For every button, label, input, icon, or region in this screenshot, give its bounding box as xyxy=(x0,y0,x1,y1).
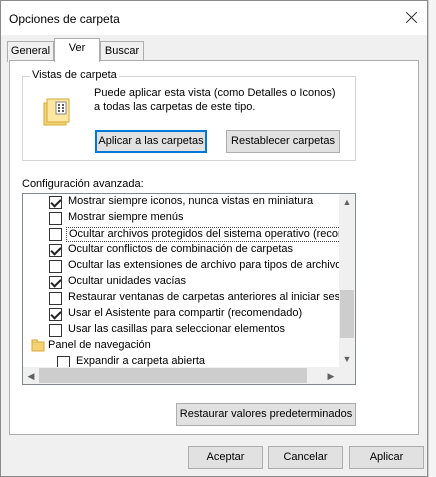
advanced-setting-row[interactable]: Ocultar las extensiones de archivo para … xyxy=(23,258,339,274)
advanced-setting-row[interactable]: Usar el Asistente para compartir (recome… xyxy=(23,306,339,322)
advanced-setting-checkbox[interactable] xyxy=(49,292,62,305)
advanced-setting-row[interactable]: Usar las casillas para seleccionar eleme… xyxy=(23,322,339,338)
advanced-setting-label: Mostrar siempre menús xyxy=(68,211,184,223)
reset-folders-button[interactable]: Restablecer carpetas xyxy=(226,130,340,153)
advanced-settings-label: Configuración avanzada: xyxy=(22,178,144,190)
horizontal-scroll-thumb[interactable] xyxy=(39,368,307,383)
advanced-settings-tree[interactable]: Mostrar siempre iconos, nunca vistas en … xyxy=(22,193,356,385)
advanced-setting-row[interactable]: Mostrar siempre iconos, nunca vistas en … xyxy=(23,194,339,210)
advanced-setting-checkbox[interactable] xyxy=(49,228,62,241)
advanced-setting-checkbox[interactable] xyxy=(49,308,62,321)
navigation-pane-icon xyxy=(31,339,45,352)
advanced-setting-checkbox[interactable] xyxy=(49,324,62,337)
advanced-setting-label: Mostrar siempre iconos, nunca vistas en … xyxy=(68,195,314,207)
advanced-setting-checkbox[interactable] xyxy=(49,260,62,273)
advanced-setting-label: Ocultar unidades vacías xyxy=(68,275,187,287)
tree-node-navigation-pane[interactable]: Panel de navegación xyxy=(23,338,339,354)
apply-to-folders-button[interactable]: Aplicar a las carpetas xyxy=(95,130,207,153)
restore-defaults-button[interactable]: Restaurar valores predeterminados xyxy=(176,403,356,426)
cancel-button[interactable]: Cancelar xyxy=(268,446,343,469)
folder-views-description: Puede aplicar esta vista (como Detalles … xyxy=(94,87,336,113)
folder-views-legend: Vistas de carpeta xyxy=(30,69,119,81)
scroll-down-icon[interactable]: ▼ xyxy=(339,351,355,367)
advanced-setting-label: Ocultar archivos protegidos del sistema … xyxy=(66,227,339,242)
advanced-setting-checkbox[interactable] xyxy=(49,196,62,209)
horizontal-scrollbar[interactable]: ◀ ▶ xyxy=(23,367,339,384)
advanced-setting-row[interactable]: Ocultar conflictos de combinación de car… xyxy=(23,242,339,258)
vertical-scroll-thumb[interactable] xyxy=(340,290,354,338)
scrollbar-corner xyxy=(339,367,355,384)
background-window-edge-right xyxy=(428,0,436,477)
advanced-setting-checkbox[interactable] xyxy=(49,276,62,289)
vertical-scrollbar[interactable]: ▲ ▼ xyxy=(339,194,355,367)
advanced-setting-row[interactable]: Ocultar unidades vacías xyxy=(23,274,339,290)
advanced-setting-row[interactable]: Mostrar siempre menús xyxy=(23,210,339,226)
ok-button[interactable]: Aceptar xyxy=(188,446,263,469)
advanced-setting-row[interactable]: Restaurar ventanas de carpetas anteriore… xyxy=(23,290,339,306)
advanced-setting-row-selected[interactable]: Ocultar archivos protegidos del sistema … xyxy=(23,226,339,242)
advanced-setting-label: Ocultar las extensiones de archivo para … xyxy=(68,259,339,271)
scroll-left-icon[interactable]: ◀ xyxy=(23,368,39,384)
tree-node-label: Panel de navegación xyxy=(48,339,151,351)
advanced-setting-label: Usar las casillas para seleccionar eleme… xyxy=(68,323,286,335)
advanced-setting-label: Usar el Asistente para compartir (recome… xyxy=(68,307,303,319)
folder-views-icon xyxy=(43,98,70,126)
advanced-setting-label: Restaurar ventanas de carpetas anteriore… xyxy=(68,291,339,303)
advanced-setting-label: Ocultar conflictos de combinación de car… xyxy=(68,243,294,255)
apply-button[interactable]: Aplicar xyxy=(349,446,424,469)
scroll-right-icon[interactable]: ▶ xyxy=(323,368,339,384)
advanced-setting-checkbox[interactable] xyxy=(49,212,62,225)
scroll-up-icon[interactable]: ▲ xyxy=(339,194,355,210)
advanced-setting-checkbox[interactable] xyxy=(49,244,62,257)
